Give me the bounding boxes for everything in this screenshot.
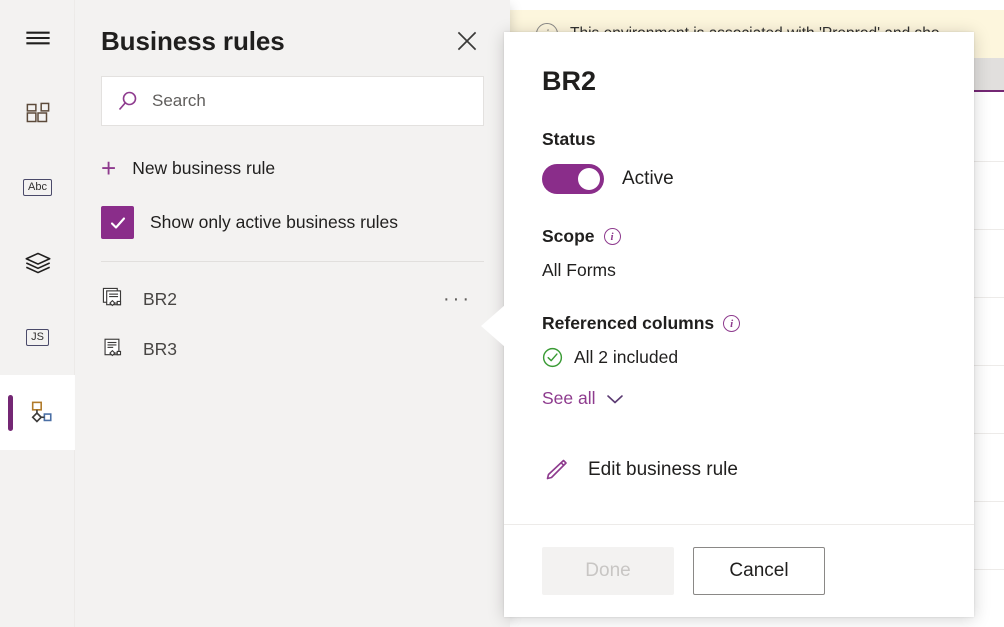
business-rule-icon bbox=[101, 286, 127, 312]
row-overflow-menu-button[interactable]: ··· bbox=[443, 289, 472, 309]
callout-title: BR2 bbox=[542, 66, 936, 97]
close-icon bbox=[455, 29, 479, 53]
search-input[interactable]: Search bbox=[101, 76, 484, 126]
sidebar-item-business-rules[interactable] bbox=[0, 375, 75, 450]
search-icon bbox=[116, 89, 140, 113]
list-item[interactable]: BR3 bbox=[75, 324, 510, 374]
business-rule-detail-callout: BR2 Status Active Scope i All Forms Refe… bbox=[504, 32, 974, 617]
business-rule-name: BR2 bbox=[143, 289, 177, 310]
new-business-rule-button[interactable]: + New business rule bbox=[101, 152, 484, 184]
info-icon[interactable]: i bbox=[723, 315, 740, 332]
business-rules-list: BR2 ··· BR3 bbox=[75, 274, 510, 374]
abc-icon: Abc bbox=[23, 179, 52, 196]
referenced-columns-status: All 2 included bbox=[542, 347, 936, 368]
callout-footer: Done Cancel bbox=[504, 524, 974, 617]
pencil-icon bbox=[542, 456, 570, 484]
panel-header: Business rules bbox=[75, 0, 510, 58]
callout-body: BR2 Status Active Scope i All Forms Refe… bbox=[504, 32, 974, 524]
business-rule-icon bbox=[21, 396, 55, 430]
checkmark-icon bbox=[108, 213, 128, 233]
status-toggle-row: Active bbox=[542, 164, 936, 194]
callout-beak bbox=[481, 305, 505, 347]
left-rail: Abc JS bbox=[0, 0, 75, 627]
close-panel-button[interactable] bbox=[450, 24, 484, 58]
scope-value: All Forms bbox=[542, 260, 936, 281]
chevron-down-icon bbox=[606, 393, 624, 405]
info-icon[interactable]: i bbox=[604, 228, 621, 245]
see-all-label: See all bbox=[542, 388, 596, 409]
show-only-active-checkbox[interactable]: Show only active business rules bbox=[101, 206, 484, 239]
cancel-button[interactable]: Cancel bbox=[693, 547, 825, 595]
toggle-knob bbox=[578, 168, 600, 190]
panel-divider bbox=[101, 261, 484, 262]
page-title: Business rules bbox=[101, 26, 285, 57]
scope-label: Scope i bbox=[542, 226, 936, 247]
plus-icon: + bbox=[101, 155, 116, 181]
selection-indicator bbox=[8, 395, 13, 431]
checkbox-checked bbox=[101, 206, 134, 239]
layers-icon bbox=[21, 246, 55, 280]
js-icon: JS bbox=[26, 329, 49, 346]
sidebar-item-scripts[interactable]: JS bbox=[0, 300, 75, 375]
business-rule-name: BR3 bbox=[143, 339, 177, 360]
show-only-active-label: Show only active business rules bbox=[150, 212, 398, 233]
status-label: Status bbox=[542, 129, 936, 150]
scope-label-text: Scope bbox=[542, 226, 595, 247]
sidebar-item-columns[interactable]: Abc bbox=[0, 150, 75, 225]
referenced-columns-label: Referenced columns i bbox=[542, 313, 936, 334]
hamburger-icon bbox=[21, 21, 55, 55]
done-button[interactable]: Done bbox=[542, 547, 674, 595]
check-circle-icon bbox=[542, 347, 563, 368]
edit-business-rule-label: Edit business rule bbox=[588, 459, 738, 481]
new-business-rule-label: New business rule bbox=[132, 158, 275, 179]
components-grid-icon bbox=[21, 96, 55, 130]
search-placeholder: Search bbox=[152, 91, 206, 111]
list-item[interactable]: BR2 ··· bbox=[75, 274, 510, 324]
sidebar-item-components[interactable] bbox=[0, 75, 75, 150]
status-value: Active bbox=[622, 168, 674, 190]
referenced-columns-label-text: Referenced columns bbox=[542, 313, 714, 334]
status-toggle[interactable] bbox=[542, 164, 604, 194]
business-rule-icon bbox=[101, 336, 127, 362]
app-root: i This environment is associated with 'P… bbox=[0, 0, 1004, 627]
edit-business-rule-button[interactable]: Edit business rule bbox=[542, 456, 936, 484]
sidebar-item-views[interactable] bbox=[0, 225, 75, 300]
sidebar-item-hamburger-menu[interactable] bbox=[0, 0, 75, 75]
referenced-columns-status-text: All 2 included bbox=[574, 347, 678, 368]
see-all-link[interactable]: See all bbox=[542, 388, 624, 409]
status-label-text: Status bbox=[542, 129, 595, 150]
business-rules-panel: Business rules Search + Ne bbox=[75, 0, 510, 627]
